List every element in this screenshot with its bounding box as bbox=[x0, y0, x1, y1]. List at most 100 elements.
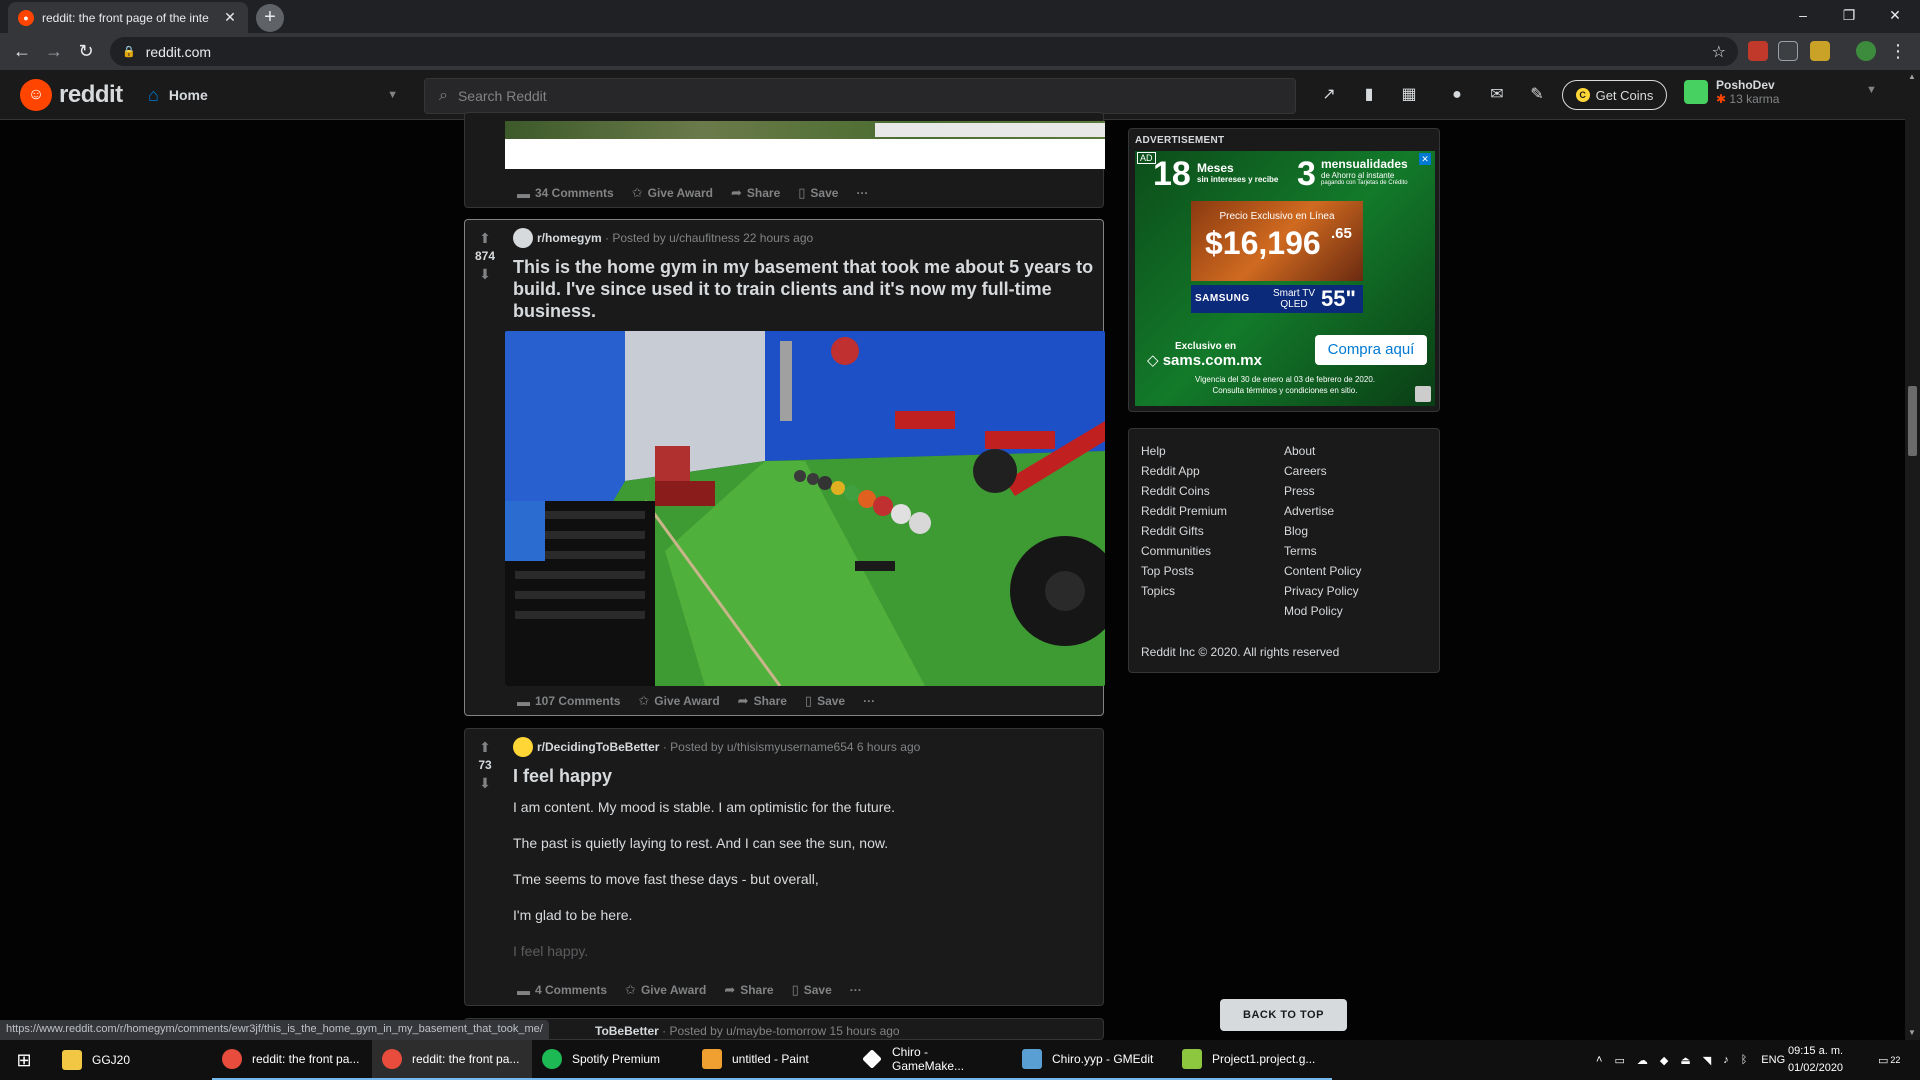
downvote-icon[interactable]: ⬇ bbox=[465, 266, 505, 282]
minimize-button[interactable]: – bbox=[1780, 0, 1826, 30]
save-button[interactable]: ▯ Save bbox=[801, 693, 849, 709]
bluetooth-icon[interactable]: ᛒ bbox=[1741, 1054, 1748, 1066]
post-card[interactable]: ⬆ 73 ⬇ r/DecidingToBeBetter · Posted by … bbox=[464, 728, 1104, 1006]
browser-tab[interactable]: ● reddit: the front page of the inte ✕ bbox=[8, 2, 248, 33]
post-card[interactable]: ⬆ 874 ⬇ r/homegym · Posted by u/chaufitn… bbox=[464, 219, 1105, 716]
taskbar-item[interactable]: Chiro - GameMake... bbox=[852, 1040, 1012, 1080]
upvote-icon[interactable]: ⬆ bbox=[465, 230, 505, 246]
ad-banner[interactable]: AD ✕ 18 Meses sin intereses y recibe 3 m… bbox=[1135, 151, 1435, 406]
address-bar[interactable]: 🔒 reddit.com ☆ bbox=[110, 37, 1738, 66]
new-tab-button[interactable]: + bbox=[256, 4, 284, 32]
footer-link[interactable]: Top Posts bbox=[1141, 561, 1227, 581]
footer-link[interactable]: Advertise bbox=[1284, 501, 1361, 521]
reload-icon[interactable]: ↻ bbox=[72, 37, 100, 65]
give-award-button[interactable]: ✩ Give Award bbox=[634, 693, 723, 709]
language-indicator[interactable]: ENG bbox=[1761, 1054, 1785, 1066]
scroll-down-icon[interactable]: ▼ bbox=[1908, 1028, 1916, 1037]
footer-link[interactable]: Mod Policy bbox=[1284, 601, 1361, 621]
back-icon[interactable]: ← bbox=[8, 37, 36, 65]
footer-link[interactable]: Reddit App bbox=[1141, 461, 1227, 481]
give-award-button[interactable]: ✩ Give Award bbox=[628, 185, 717, 201]
stats-icon[interactable]: ▮ bbox=[1358, 84, 1380, 106]
extension-icon[interactable] bbox=[1810, 41, 1830, 61]
posted-by[interactable]: · Posted by u/thisismyusername654 6 hour… bbox=[663, 740, 920, 754]
share-button[interactable]: ➦ Share bbox=[727, 185, 784, 201]
profile-avatar[interactable] bbox=[1856, 41, 1876, 61]
gmail-extension-icon[interactable] bbox=[1748, 41, 1768, 61]
battery-icon[interactable]: ▭ bbox=[1614, 1054, 1624, 1067]
footer-link[interactable]: Communities bbox=[1141, 541, 1227, 561]
footer-link[interactable]: Careers bbox=[1284, 461, 1361, 481]
comments-button[interactable]: ▬ 34 Comments bbox=[513, 186, 618, 201]
user-menu[interactable]: PoshoDev ✱ 13 karma ▼ bbox=[1684, 78, 1877, 106]
subreddit-icon[interactable] bbox=[513, 737, 533, 757]
footer-link[interactable]: Terms bbox=[1284, 541, 1361, 561]
chat-icon[interactable]: ● bbox=[1446, 84, 1468, 106]
taskbar-item[interactable]: Chiro.yyp - GMEdit bbox=[1012, 1040, 1172, 1080]
footer-link[interactable]: Reddit Coins bbox=[1141, 481, 1227, 501]
footer-link[interactable]: Reddit Gifts bbox=[1141, 521, 1227, 541]
footer-link[interactable]: Privacy Policy bbox=[1284, 581, 1361, 601]
mail-icon[interactable]: ✉ bbox=[1486, 84, 1508, 106]
rpan-icon[interactable]: ▦ bbox=[1398, 84, 1420, 106]
give-award-button[interactable]: ✩ Give Award bbox=[621, 982, 710, 998]
post-card[interactable]: ToBeBetter · Posted by u/maybe-tomorrow … bbox=[464, 1018, 1104, 1040]
usb-icon[interactable]: ⏏ bbox=[1680, 1054, 1690, 1067]
tray-expand-icon[interactable]: ˄ bbox=[1596, 1054, 1602, 1066]
footer-link[interactable]: Topics bbox=[1141, 581, 1227, 601]
onedrive-icon[interactable]: ☁ bbox=[1637, 1054, 1648, 1067]
maximize-button[interactable]: ❐ bbox=[1826, 0, 1872, 30]
wifi-icon[interactable]: ◥ bbox=[1703, 1054, 1711, 1067]
posted-by[interactable]: · Posted by u/chaufitness 22 hours ago bbox=[605, 231, 813, 245]
footer-link[interactable]: Reddit Premium bbox=[1141, 501, 1227, 521]
forward-icon[interactable]: → bbox=[40, 37, 68, 65]
trending-icon[interactable]: ↗ bbox=[1318, 84, 1340, 106]
scrollbar[interactable]: ▲ ▼ bbox=[1905, 70, 1920, 1040]
more-options-button[interactable]: ··· bbox=[846, 983, 866, 997]
share-button[interactable]: ➦ Share bbox=[734, 693, 791, 709]
windows-start-icon[interactable]: ⊞ bbox=[0, 1040, 48, 1080]
dropbox-icon[interactable]: ◆ bbox=[1660, 1054, 1668, 1067]
close-window-button[interactable]: ✕ bbox=[1872, 0, 1918, 30]
home-dropdown[interactable]: ⌂ Home ▼ bbox=[148, 80, 398, 110]
volume-icon[interactable]: ♪ bbox=[1723, 1054, 1729, 1066]
reddit-logo[interactable]: ☺ reddit bbox=[20, 79, 123, 111]
pocket-extension-icon[interactable] bbox=[1778, 41, 1798, 61]
taskbar-item[interactable]: reddit: the front pa... bbox=[212, 1040, 372, 1080]
search-input[interactable]: ⌕ Search Reddit bbox=[424, 78, 1296, 114]
subreddit-link[interactable]: r/DecidingToBeBetter bbox=[537, 740, 659, 754]
comments-button[interactable]: ▬ 107 Comments bbox=[513, 694, 624, 709]
subreddit-link[interactable]: ToBeBetter bbox=[595, 1024, 659, 1038]
more-options-button[interactable]: ··· bbox=[859, 694, 879, 708]
ad-cta-button[interactable]: Compra aquí bbox=[1315, 335, 1427, 365]
more-options-button[interactable]: ··· bbox=[852, 186, 872, 200]
footer-link[interactable]: Help bbox=[1141, 441, 1227, 461]
scrollbar-thumb[interactable] bbox=[1908, 386, 1917, 456]
post-image[interactable] bbox=[505, 331, 1105, 686]
post-image[interactable] bbox=[505, 121, 1105, 139]
share-button[interactable]: ➦ Share bbox=[720, 982, 777, 998]
footer-link[interactable]: About bbox=[1284, 441, 1361, 461]
taskbar-item[interactable]: Spotify Premium bbox=[532, 1040, 692, 1080]
comments-button[interactable]: ▬ 4 Comments bbox=[513, 983, 611, 998]
subreddit-link[interactable]: r/homegym bbox=[537, 231, 602, 245]
chrome-menu-icon[interactable]: ⋮ bbox=[1884, 37, 1912, 65]
footer-link[interactable]: Press bbox=[1284, 481, 1361, 501]
post-card[interactable]: ▬ 34 Comments ✩ Give Award ➦ Share ▯ Save ··… bbox=[464, 112, 1105, 208]
taskbar-item[interactable]: Project1.project.g... bbox=[1172, 1040, 1332, 1080]
taskbar-item[interactable]: reddit: the front pa... bbox=[372, 1040, 532, 1080]
ad-close-icon[interactable]: ✕ bbox=[1419, 153, 1431, 165]
taskbar-clock[interactable]: 09:15 a. m. 01/02/2020 bbox=[1788, 1043, 1843, 1077]
post-title[interactable]: This is the home gym in my basement that… bbox=[513, 256, 1095, 322]
ad-info-icon[interactable] bbox=[1415, 386, 1431, 402]
bookmark-star-icon[interactable]: ☆ bbox=[1712, 42, 1726, 62]
save-button[interactable]: ▯ Save bbox=[788, 982, 836, 998]
back-to-top-button[interactable]: BACK TO TOP bbox=[1220, 999, 1347, 1031]
action-center-button[interactable]: ▭ 22 bbox=[1878, 1040, 1900, 1080]
get-coins-button[interactable]: C Get Coins bbox=[1562, 80, 1667, 110]
footer-link[interactable]: Content Policy bbox=[1284, 561, 1361, 581]
create-post-icon[interactable]: ✎ bbox=[1526, 84, 1548, 106]
upvote-icon[interactable]: ⬆ bbox=[465, 739, 505, 755]
taskbar-item[interactable]: untitled - Paint bbox=[692, 1040, 852, 1080]
subreddit-icon[interactable] bbox=[513, 228, 533, 248]
